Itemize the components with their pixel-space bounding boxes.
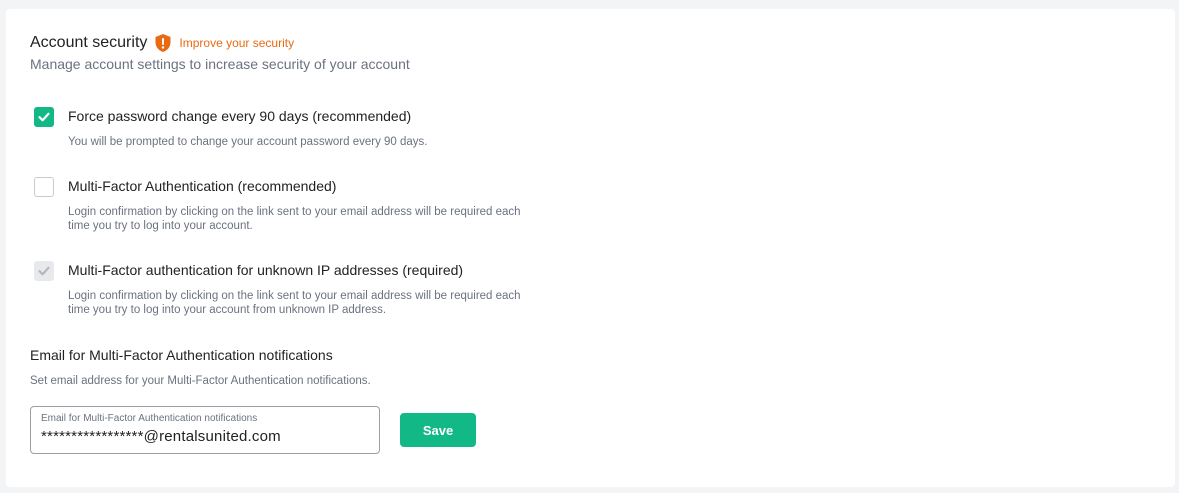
option-label: Multi-Factor Authentication (recommended… — [68, 178, 337, 194]
page-subtitle: Manage account settings to increase secu… — [30, 56, 410, 72]
title-row: Account security Improve your security — [30, 33, 294, 53]
mfa-unknown-ip-checkbox — [34, 261, 54, 281]
mfa-email-field[interactable]: Email for Multi-Factor Authentication no… — [30, 406, 380, 454]
account-security-card: Account security Improve your security M… — [6, 9, 1175, 487]
force-password-checkbox[interactable] — [34, 107, 54, 127]
option-description: Login confirmation by clicking on the li… — [68, 206, 521, 232]
improve-security-link[interactable]: Improve your security — [179, 36, 294, 50]
mfa-email-section-description: Set email address for your Multi-Factor … — [30, 375, 371, 387]
mfa-email-field-label: Email for Multi-Factor Authentication no… — [41, 413, 258, 424]
option-label: Multi-Factor authentication for unknown … — [68, 262, 464, 278]
mfa-checkbox[interactable] — [34, 177, 54, 197]
save-button[interactable]: Save — [400, 413, 476, 447]
mfa-email-section-title: Email for Multi-Factor Authentication no… — [30, 347, 333, 363]
option-description: You will be prompted to change your acco… — [68, 136, 428, 148]
option-label: Force password change every 90 days (rec… — [68, 108, 412, 124]
shield-alert-icon — [154, 33, 172, 53]
page-title: Account security — [30, 34, 148, 51]
mfa-email-input[interactable]: *****************@rentalsunited.com — [41, 428, 281, 445]
check-icon — [38, 266, 50, 276]
option-description: Login confirmation by clicking on the li… — [68, 290, 521, 316]
check-icon — [38, 112, 50, 122]
